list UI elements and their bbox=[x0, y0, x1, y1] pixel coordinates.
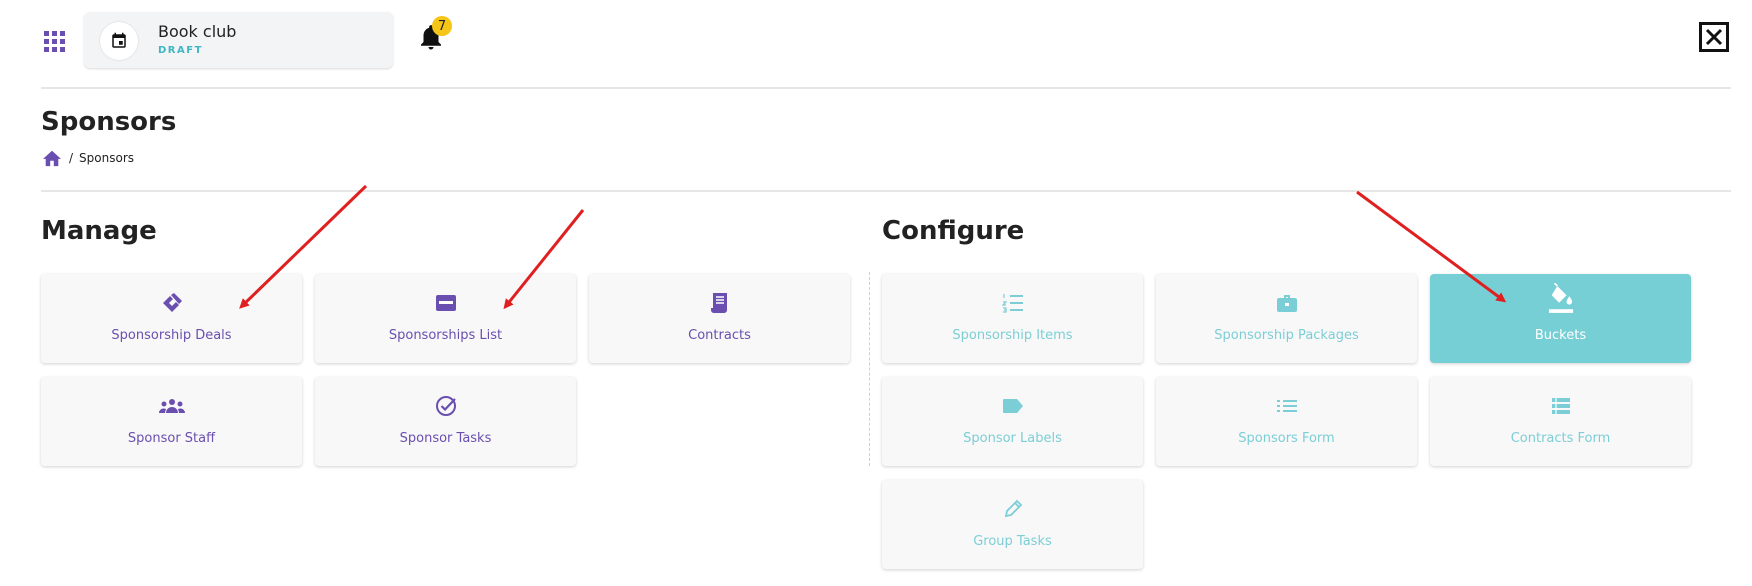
check-circle-icon bbox=[433, 393, 459, 419]
tile-label: Sponsorship Deals bbox=[111, 328, 232, 343]
tile-sponsorship-deals[interactable]: Sponsorship Deals bbox=[41, 274, 302, 363]
tile-label: Sponsorship Items bbox=[952, 328, 1073, 343]
breadcrumb-separator: / bbox=[69, 151, 74, 165]
briefcase-icon bbox=[1274, 290, 1300, 316]
table-list-icon bbox=[1548, 393, 1574, 419]
tile-label: Group Tasks bbox=[973, 534, 1052, 549]
handshake-icon bbox=[159, 290, 185, 316]
tile-label: Contracts bbox=[688, 328, 751, 343]
tile-label: Buckets bbox=[1534, 328, 1587, 343]
tile-sponsorship-packages[interactable]: Sponsorship Packages bbox=[1156, 274, 1417, 363]
tile-sponsorships-list[interactable]: Sponsorships List bbox=[315, 274, 576, 363]
close-icon bbox=[1705, 28, 1723, 46]
pencil-icon bbox=[1000, 496, 1026, 522]
tile-group-tasks[interactable]: Group Tasks bbox=[882, 480, 1143, 569]
paint-bucket-icon bbox=[1548, 283, 1574, 313]
close-button[interactable] bbox=[1699, 22, 1729, 52]
title-divider bbox=[41, 190, 1731, 192]
page-title: Sponsors bbox=[41, 107, 177, 137]
configure-section-title: Configure bbox=[882, 216, 1025, 246]
home-icon[interactable] bbox=[41, 149, 63, 167]
tile-label: Sponsor Labels bbox=[963, 431, 1062, 446]
tile-sponsorship-items[interactable]: Sponsorship Items bbox=[882, 274, 1143, 363]
label-tag-icon bbox=[1000, 393, 1026, 419]
tile-buckets[interactable]: Buckets bbox=[1430, 274, 1691, 363]
notification-count-badge: 7 bbox=[432, 16, 452, 36]
receipt-icon bbox=[707, 290, 733, 316]
tile-label: Sponsor Tasks bbox=[399, 431, 492, 446]
event-status-badge: DRAFT bbox=[158, 45, 203, 56]
calendar-icon bbox=[100, 22, 138, 60]
event-title: Book club bbox=[158, 22, 237, 41]
top-bar: Book club DRAFT 7 bbox=[0, 0, 1752, 89]
tile-sponsors-form[interactable]: Sponsors Form bbox=[1156, 377, 1417, 466]
breadcrumb-current: Sponsors bbox=[79, 151, 135, 165]
apps-grid-icon[interactable] bbox=[44, 31, 66, 53]
manage-section-title: Manage bbox=[41, 216, 157, 246]
list-icon bbox=[1274, 393, 1300, 419]
event-selector[interactable]: Book club DRAFT bbox=[84, 12, 393, 68]
breadcrumb: / Sponsors bbox=[41, 149, 134, 167]
tile-label: Sponsorships List bbox=[388, 328, 503, 343]
tile-sponsor-tasks[interactable]: Sponsor Tasks bbox=[315, 377, 576, 466]
tile-label: Sponsor Staff bbox=[127, 431, 216, 446]
tile-label: Contracts Form bbox=[1510, 431, 1611, 446]
tile-label: Sponsorship Packages bbox=[1214, 328, 1359, 343]
tile-contracts[interactable]: Contracts bbox=[589, 274, 850, 363]
numbered-list-icon bbox=[1000, 290, 1026, 316]
tile-label: Sponsors Form bbox=[1238, 431, 1335, 446]
card-icon bbox=[433, 290, 459, 316]
section-separator bbox=[869, 272, 870, 466]
tile-sponsor-labels[interactable]: Sponsor Labels bbox=[882, 377, 1143, 466]
tile-contracts-form[interactable]: Contracts Form bbox=[1430, 377, 1691, 466]
tile-sponsor-staff[interactable]: Sponsor Staff bbox=[41, 377, 302, 466]
people-icon bbox=[158, 393, 185, 419]
header-divider bbox=[41, 87, 1731, 89]
